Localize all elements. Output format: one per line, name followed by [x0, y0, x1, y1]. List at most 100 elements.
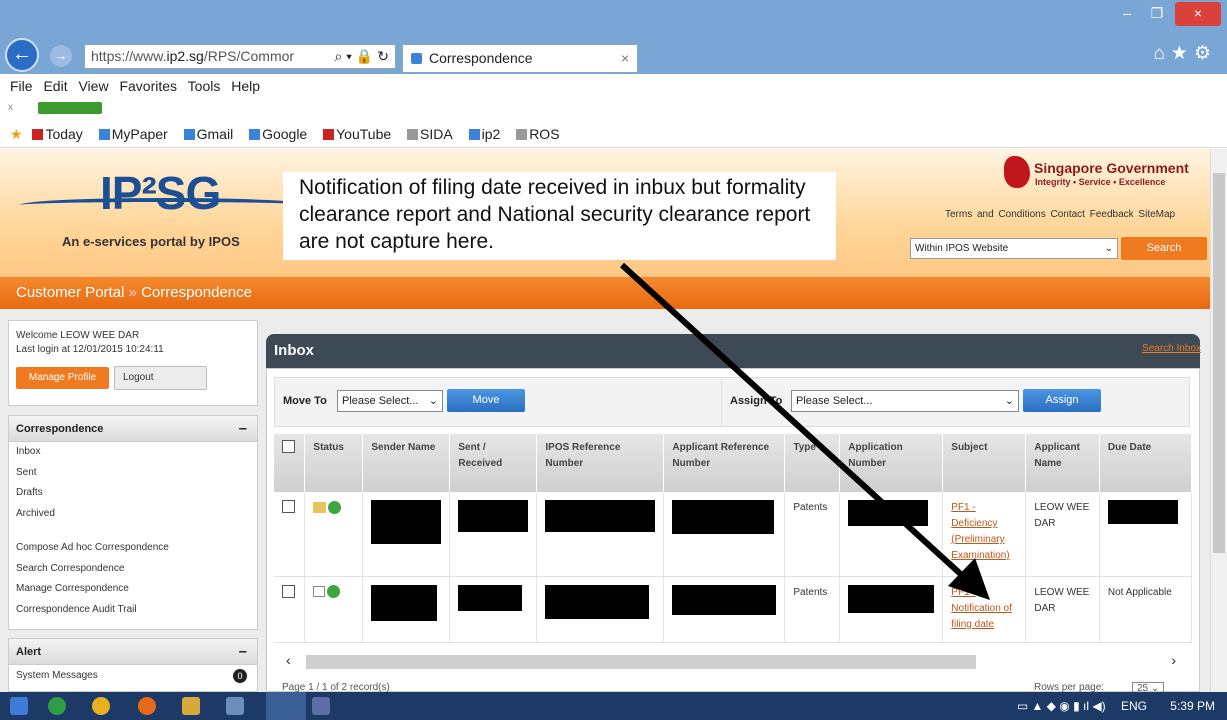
subject-link[interactable]: PF1 - Deficiency (Preliminary Examinatio… [951, 502, 1009, 561]
remote-desktop-icon[interactable] [226, 697, 244, 715]
firefox-icon[interactable] [138, 697, 156, 715]
address-bar-tools-icon[interactable]: ⌕ ▾ 🔒 ↻ [330, 45, 389, 68]
singapore-government-logo[interactable]: Singapore Government [1034, 160, 1189, 176]
rows-per-page-select[interactable]: 25 ⌄ [1132, 682, 1165, 692]
column-header-application-number[interactable]: Application Number [839, 434, 944, 492]
alert-panel-header[interactable]: Alert – [9, 639, 257, 665]
scroll-left-icon[interactable]: ‹ [286, 652, 291, 668]
sidebar-item-inbox[interactable]: Inbox [9, 442, 257, 463]
status-cell [304, 576, 364, 643]
column-header-sent-received[interactable]: Sent / Received [449, 434, 538, 492]
redacted-date [458, 584, 523, 611]
collapse-icon[interactable]: – [239, 416, 247, 442]
column-header-subject[interactable]: Subject [942, 434, 1027, 492]
close-window-button[interactable]: × [1175, 2, 1221, 26]
home-favorites-settings-icons[interactable]: ⌂★⚙ [1153, 42, 1217, 65]
chrome-icon[interactable] [92, 697, 110, 715]
column-header-applicant-ref[interactable]: Applicant Reference Number [663, 434, 786, 492]
column-header-type[interactable]: Type [784, 434, 841, 492]
menu-view[interactable]: View [78, 78, 108, 94]
menu-tools[interactable]: Tools [188, 78, 221, 94]
sidebar-item-sent[interactable]: Sent [9, 463, 257, 484]
fav-google[interactable]: Google [249, 126, 313, 142]
redacted-sender [371, 584, 438, 621]
url-path: /RPS/Commor [203, 48, 295, 64]
fav-gmail[interactable]: Gmail [183, 126, 240, 142]
status-ok-icon [327, 585, 341, 599]
sidebar-item-manage[interactable]: Manage Correspondence [9, 579, 257, 600]
gmail-icon [183, 129, 195, 140]
minimize-button[interactable]: – [1113, 2, 1141, 26]
fav-today[interactable]: Today [32, 126, 88, 142]
back-button[interactable]: ← [5, 38, 39, 72]
sidebar-item-audit-trail[interactable]: Correspondence Audit Trail [9, 600, 257, 621]
mcafee-badge-icon[interactable] [38, 102, 102, 114]
tab-close-button[interactable]: × [621, 45, 629, 71]
restore-button[interactable]: ❐ [1143, 2, 1171, 26]
applicant-ref-cell [663, 492, 786, 577]
scrollbar-thumb[interactable] [306, 655, 976, 669]
language-indicator[interactable]: ENG [1121, 699, 1147, 713]
select-all-checkbox[interactable] [282, 440, 295, 453]
breadcrumb-customer-portal[interactable]: Customer Portal [16, 284, 124, 301]
menu-help[interactable]: Help [231, 78, 260, 94]
sidebar-item-search[interactable]: Search Correspondence [9, 559, 257, 580]
subject-link[interactable]: PF1 - Notification of filing date [951, 587, 1012, 630]
forward-button[interactable]: → [50, 45, 72, 67]
start-icon[interactable] [10, 697, 28, 715]
search-inbox-link[interactable]: Search Inbox [1142, 343, 1201, 354]
fav-sida[interactable]: SIDA [407, 126, 459, 142]
ipos-ref-cell [536, 492, 665, 577]
manage-profile-button[interactable]: Manage Profile [16, 367, 109, 389]
menu-file[interactable]: File [10, 78, 33, 94]
site-search-scope-select[interactable]: Within IPOS Website ⌄ [910, 238, 1118, 259]
snipping-tool-icon[interactable] [312, 697, 330, 715]
fav-ros[interactable]: ROS [516, 126, 565, 142]
table-row[interactable]: Patents PF1 - Deficiency (Preliminary Ex… [274, 492, 1193, 577]
address-bar[interactable]: https://www.ip2.sg/RPS/Commor ⌕ ▾ 🔒 ↻ [84, 44, 396, 69]
assign-to-select[interactable]: Please Select... ⌄ [791, 390, 1019, 412]
correspondence-panel-header[interactable]: Correspondence – [9, 416, 257, 442]
vertical-scrollbar-thumb[interactable] [1213, 173, 1225, 553]
ip2sg-logo[interactable]: IP²SG [100, 166, 221, 220]
site-search-button[interactable]: Search [1121, 237, 1207, 260]
tab-correspondence[interactable]: Correspondence × [402, 44, 638, 72]
fav-label: Google [262, 126, 308, 142]
column-header-applicant-name[interactable]: Applicant Name [1025, 434, 1100, 492]
column-header-ipos-ref[interactable]: IPOS Reference Number [536, 434, 665, 492]
column-header-status[interactable]: Status [304, 434, 364, 492]
column-header-sender[interactable]: Sender Name [362, 434, 451, 492]
column-header-due-date[interactable]: Due Date [1099, 434, 1193, 492]
table-row[interactable]: Patents PF1 - Notification of filing dat… [274, 576, 1193, 643]
fav-ip2[interactable]: ip2 [468, 126, 507, 142]
fav-mypaper[interactable]: MyPaper [98, 126, 174, 142]
sidebar-item-drafts[interactable]: Drafts [9, 483, 257, 504]
sida-icon [407, 129, 419, 140]
row-checkbox[interactable] [282, 584, 295, 598]
toolbar-close-icon[interactable]: x [8, 102, 13, 113]
sidebar-item-system-messages[interactable]: System Messages 0 [9, 665, 257, 687]
collapse-icon[interactable]: – [239, 639, 247, 665]
sidebar-item-compose[interactable]: Compose Ad hoc Correspondence [9, 538, 257, 559]
scroll-right-icon[interactable]: › [1171, 652, 1176, 668]
explorer-icon[interactable] [182, 697, 200, 715]
move-to-select[interactable]: Please Select... ⌄ [337, 390, 443, 412]
vertical-scrollbar[interactable] [1210, 149, 1227, 692]
clock[interactable]: 5:39 PM [1170, 699, 1215, 713]
row-checkbox[interactable] [282, 500, 295, 513]
tray-icons[interactable]: ▭ ▲ ◆ ◉ ▮ ıl ◀) [1017, 699, 1106, 713]
assign-button[interactable]: Assign [1023, 389, 1101, 412]
logout-button[interactable]: Logout [114, 366, 207, 390]
menu-favorites[interactable]: Favorites [119, 78, 177, 94]
redacted-sender [371, 500, 442, 544]
menu-edit[interactable]: Edit [43, 78, 67, 94]
header-top-links[interactable]: Terms and Conditions Contact Feedback Si… [945, 209, 1175, 220]
drive-icon[interactable] [48, 697, 66, 715]
internet-explorer-icon[interactable] [266, 692, 306, 720]
correspondence-panel: Correspondence – Inbox Sent Drafts Archiv… [8, 415, 258, 630]
sidebar-item-archived[interactable]: Archived [9, 504, 257, 525]
inbox-header: Inbox [266, 334, 1200, 368]
fav-youtube[interactable]: YouTube [323, 126, 397, 142]
move-button[interactable]: Move [447, 389, 525, 412]
horizontal-scrollbar[interactable]: ‹ › [280, 650, 1190, 674]
